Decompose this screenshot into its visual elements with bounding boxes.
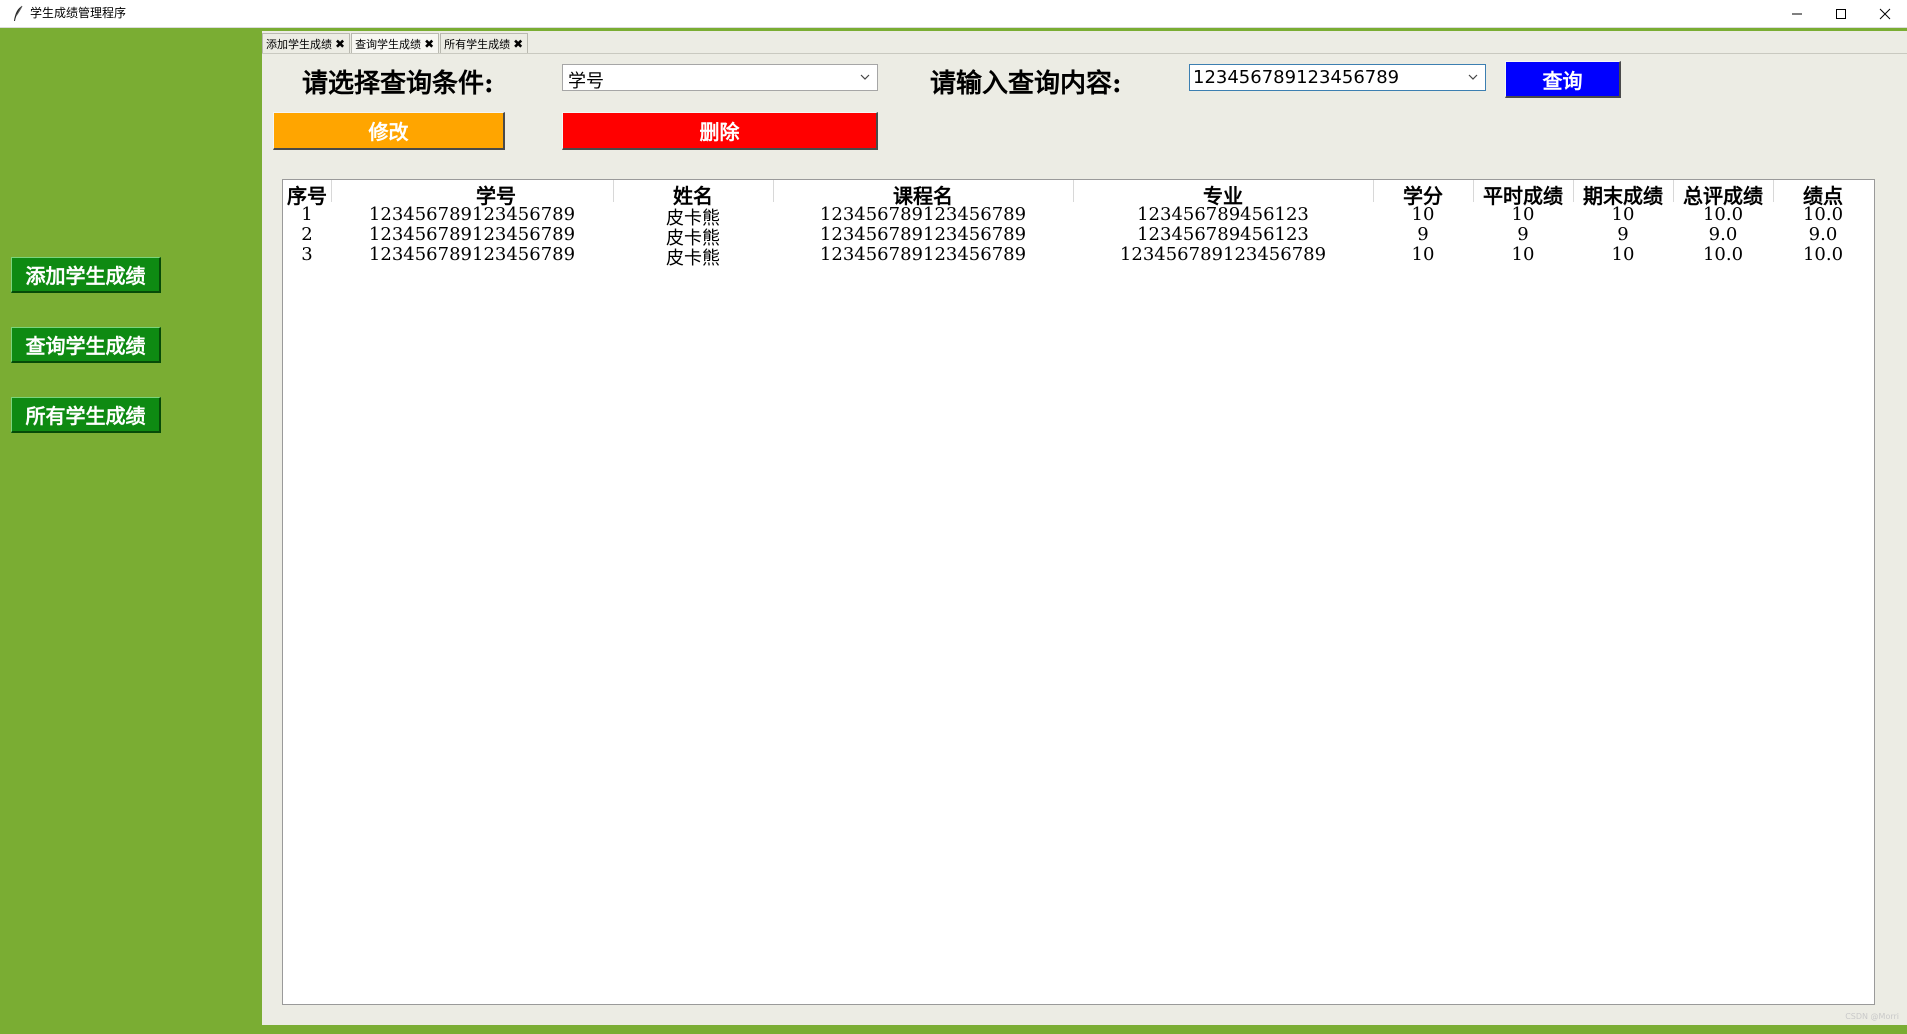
- cell-index: 1: [301, 204, 313, 225]
- cell-final-score: 9: [1617, 224, 1629, 245]
- feather-icon: [14, 5, 23, 21]
- cell-student-id: 123456789123456789: [368, 204, 576, 225]
- sidebar-item-all-scores[interactable]: 所有学生成绩: [11, 397, 161, 433]
- table-row[interactable]: 2 123456789123456789 皮卡熊 123456789123456…: [283, 224, 1874, 249]
- cell-total-score: 9.0: [1708, 224, 1738, 245]
- tab-query-scores[interactable]: 查询学生成绩 ✖: [351, 33, 440, 54]
- close-icon: [1879, 8, 1891, 19]
- tab-bar: 添加学生成绩 ✖ 查询学生成绩 ✖ 所有学生成绩 ✖: [262, 33, 529, 54]
- tab-label: 添加学生成绩: [266, 38, 332, 51]
- tab-all-scores[interactable]: 所有学生成绩 ✖: [440, 33, 529, 54]
- title-bar: 学生成绩管理程序: [0, 0, 1907, 28]
- cell-credit: 9: [1417, 224, 1429, 245]
- cell-credit: 10: [1411, 204, 1435, 225]
- table-row[interactable]: 1 123456789123456789 皮卡熊 123456789123456…: [283, 204, 1874, 229]
- chevron-down-icon: [860, 74, 870, 80]
- cell-usual-score: 10: [1511, 204, 1535, 225]
- sidebar-item-query-scores[interactable]: 查询学生成绩: [11, 327, 161, 363]
- results-table[interactable]: 序号 学号 姓名 课程名 专业 学分 平时成绩 期末成绩 总评成绩 绩点 1 1…: [282, 179, 1875, 1005]
- tab-close-icon[interactable]: ✖: [335, 38, 345, 50]
- cell-major: 123456789123456789: [1119, 244, 1327, 265]
- tab-label: 查询学生成绩: [355, 38, 422, 51]
- delete-button[interactable]: 删除: [562, 112, 878, 150]
- content-label: 请输入查询内容:: [930, 69, 1122, 99]
- maximize-button[interactable]: [1819, 0, 1863, 27]
- watermark: CSDN @Morri: [1845, 1012, 1899, 1021]
- cell-total-score: 10.0: [1702, 244, 1744, 265]
- table-header: 序号 学号 姓名 课程名 专业 学分 平时成绩 期末成绩 总评成绩 绩点: [283, 180, 1874, 208]
- cell-final-score: 10: [1611, 204, 1635, 225]
- cell-usual-score: 9: [1517, 224, 1529, 245]
- condition-select-value: 学号: [568, 71, 604, 92]
- cell-final-score: 10: [1611, 244, 1635, 265]
- cell-usual-score: 10: [1511, 244, 1535, 265]
- cell-student-id: 123456789123456789: [368, 244, 576, 265]
- cell-course: 123456789123456789: [819, 244, 1027, 265]
- tab-close-icon[interactable]: ✖: [513, 38, 523, 50]
- sidebar-item-add-scores[interactable]: 添加学生成绩: [11, 257, 161, 293]
- cell-student-id: 123456789123456789: [368, 224, 576, 245]
- search-button[interactable]: 查询: [1505, 61, 1621, 98]
- cell-name: 皮卡熊: [666, 248, 720, 269]
- maximize-icon: [1836, 8, 1846, 19]
- main-panel: 添加学生成绩 ✖ 查询学生成绩 ✖ 所有学生成绩 ✖ 请选择查询条件: 学号 请…: [262, 31, 1907, 1025]
- content-input[interactable]: [1193, 66, 1443, 89]
- tab-label: 所有学生成绩: [444, 38, 511, 51]
- minimize-icon: [1792, 13, 1802, 14]
- edit-button[interactable]: 修改: [273, 112, 505, 150]
- cell-gpa: 9.0: [1808, 224, 1838, 245]
- cell-total-score: 10.0: [1702, 204, 1744, 225]
- close-button[interactable]: [1863, 0, 1907, 27]
- content-combo[interactable]: [1189, 64, 1486, 91]
- cell-major: 123456789456123: [1137, 224, 1309, 245]
- tab-close-icon[interactable]: ✖: [424, 38, 434, 50]
- cell-course: 123456789123456789: [819, 224, 1027, 245]
- cell-credit: 10: [1411, 244, 1435, 265]
- cell-course: 123456789123456789: [819, 204, 1027, 225]
- window-title: 学生成绩管理程序: [30, 6, 127, 20]
- cell-gpa: 10.0: [1802, 204, 1844, 225]
- table-row[interactable]: 3 123456789123456789 皮卡熊 123456789123456…: [283, 244, 1874, 269]
- cell-index: 3: [301, 244, 313, 265]
- cell-major: 123456789456123: [1137, 204, 1309, 225]
- condition-select[interactable]: 学号: [562, 64, 878, 92]
- cell-index: 2: [301, 224, 313, 245]
- minimize-button[interactable]: [1775, 0, 1819, 27]
- chevron-down-icon: [1468, 74, 1478, 80]
- cell-gpa: 10.0: [1802, 244, 1844, 265]
- tab-divider: [262, 53, 1907, 54]
- condition-label: 请选择查询条件:: [302, 69, 494, 99]
- tab-add-scores[interactable]: 添加学生成绩 ✖: [262, 33, 351, 54]
